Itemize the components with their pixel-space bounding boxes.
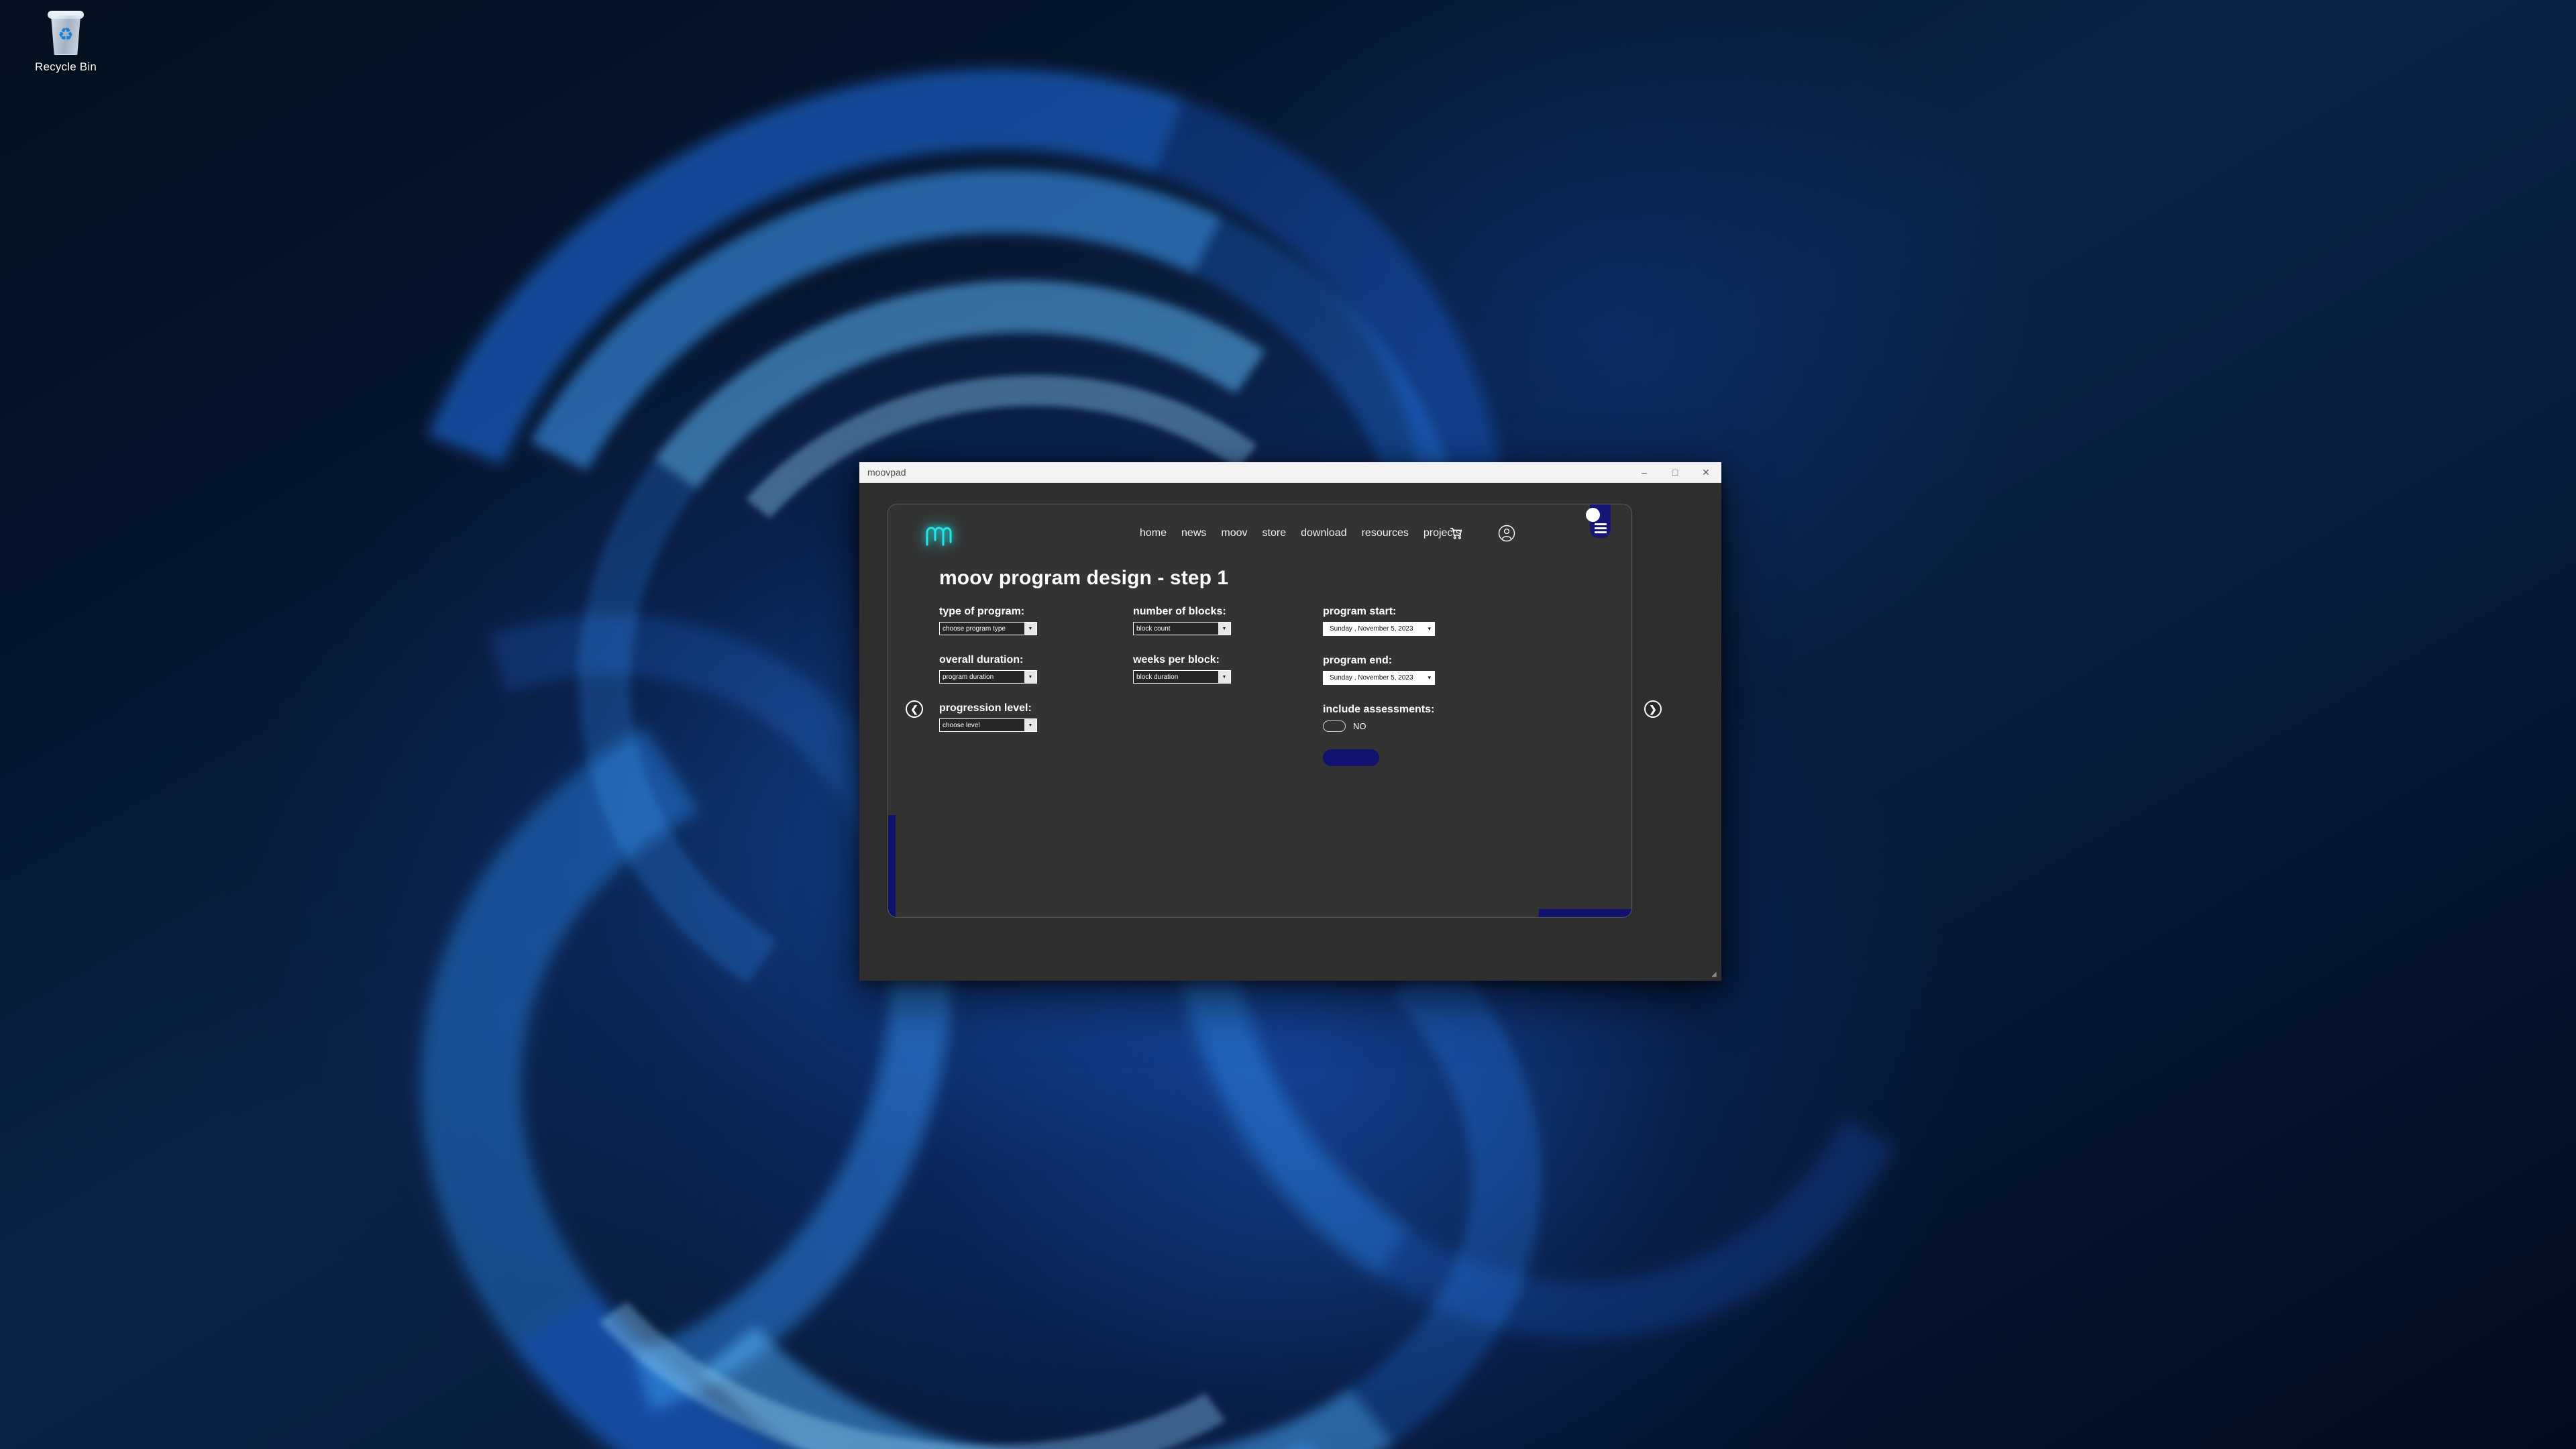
- program-design-card: home news moov store download resources …: [888, 504, 1632, 918]
- desktop-icon-label: Recycle Bin: [35, 60, 97, 73]
- field-label: progression level:: [939, 702, 1032, 714]
- date-value: Sunday , November 5, 2023: [1330, 674, 1413, 682]
- form-column-1: type of program: choose program type ▼ o…: [939, 606, 1037, 751]
- select-weeks-per-block[interactable]: block duration ▼: [1133, 670, 1231, 684]
- window-title: moovpad: [867, 467, 906, 478]
- minimize-button[interactable]: –: [1629, 462, 1660, 483]
- select-value: choose level: [943, 721, 980, 729]
- nav-link-news[interactable]: news: [1181, 527, 1206, 539]
- field-label: include assessments:: [1323, 704, 1435, 715]
- form-column-3: program start: Sunday , November 5, 2023…: [1323, 606, 1435, 751]
- toggle-state-label: NO: [1353, 721, 1366, 731]
- chevron-down-icon[interactable]: ▾: [1428, 625, 1431, 633]
- menu-indicator-dot: [1586, 508, 1600, 522]
- carousel-next-button[interactable]: ❯: [1644, 700, 1662, 718]
- accent-bottom-bar: [1539, 909, 1631, 917]
- accent-left-strip: [888, 815, 896, 917]
- select-value: block duration: [1136, 673, 1179, 681]
- field-label: program start:: [1323, 606, 1397, 617]
- resize-grip[interactable]: ◢: [1711, 971, 1719, 979]
- select-value: program duration: [943, 673, 994, 681]
- window-title-bar[interactable]: moovpad – □ ✕: [859, 462, 1721, 483]
- account-icon[interactable]: [1498, 525, 1515, 542]
- select-program-type[interactable]: choose program type ▼: [939, 622, 1037, 635]
- hamburger-icon[interactable]: [1595, 523, 1607, 535]
- close-button[interactable]: ✕: [1690, 462, 1721, 483]
- desktop-icon-recycle-bin[interactable]: ♻ Recycle Bin: [5, 7, 126, 74]
- nav-link-moov[interactable]: moov: [1221, 527, 1247, 539]
- chevron-down-icon[interactable]: ▼: [1024, 719, 1036, 731]
- field-program-type: type of program: choose program type ▼: [939, 606, 1037, 635]
- field-label: overall duration:: [939, 654, 1024, 665]
- date-value: Sunday , November 5, 2023: [1330, 625, 1413, 633]
- field-label: program end:: [1323, 655, 1393, 666]
- nav-link-download[interactable]: download: [1301, 527, 1347, 539]
- cart-icon[interactable]: [1449, 526, 1464, 541]
- field-program-start: program start: Sunday , November 5, 2023…: [1323, 606, 1435, 636]
- submit-button[interactable]: [1323, 749, 1379, 766]
- toggle-row: NO: [1323, 720, 1435, 732]
- select-value: block count: [1136, 625, 1171, 633]
- carousel-prev-button[interactable]: ❮: [906, 700, 923, 718]
- moov-logo-icon[interactable]: [924, 522, 953, 549]
- field-include-assessments: include assessments: NO: [1323, 704, 1435, 732]
- window-content: home news moov store download resources …: [859, 483, 1721, 981]
- maximize-button[interactable]: □: [1660, 462, 1690, 483]
- field-overall-duration: overall duration: program duration ▼: [939, 654, 1037, 684]
- chevron-down-icon[interactable]: ▼: [1024, 671, 1036, 683]
- field-weeks-per-block: weeks per block: block duration ▼: [1133, 654, 1231, 684]
- chevron-down-icon[interactable]: ▼: [1218, 623, 1230, 635]
- field-progression-level: progression level: choose level ▼: [939, 702, 1037, 732]
- nav-link-resources[interactable]: resources: [1362, 527, 1409, 539]
- field-label: number of blocks:: [1133, 606, 1226, 617]
- field-label: type of program:: [939, 606, 1025, 617]
- select-value: choose program type: [943, 625, 1006, 633]
- field-number-of-blocks: number of blocks: block count ▼: [1133, 606, 1231, 635]
- chevron-down-icon[interactable]: ▼: [1218, 671, 1230, 683]
- toggle-include-assessments[interactable]: [1323, 720, 1346, 732]
- datepicker-program-end[interactable]: Sunday , November 5, 2023 ▾: [1323, 671, 1435, 685]
- field-label: weeks per block:: [1133, 654, 1220, 665]
- select-number-of-blocks[interactable]: block count ▼: [1133, 622, 1231, 635]
- select-overall-duration[interactable]: program duration ▼: [939, 670, 1037, 684]
- recycle-arrows-icon: ♻: [58, 24, 74, 44]
- form-column-2: number of blocks: block count ▼ weeks pe…: [1133, 606, 1231, 702]
- nav-links: home news moov store download resources …: [1140, 527, 1461, 539]
- chevron-down-icon[interactable]: ▾: [1428, 674, 1431, 682]
- datepicker-program-start[interactable]: Sunday , November 5, 2023 ▾: [1323, 622, 1435, 636]
- nav-link-store[interactable]: store: [1263, 527, 1287, 539]
- desktop: ♻ Recycle Bin moovpad – □ ✕ home news mo…: [0, 0, 2576, 1449]
- recycle-bin-icon: ♻: [45, 11, 87, 58]
- chevron-down-icon[interactable]: ▼: [1024, 623, 1036, 635]
- site-navigation: home news moov store download resources …: [888, 504, 1631, 569]
- select-progression-level[interactable]: choose level ▼: [939, 718, 1037, 732]
- page-title: moov program design - step 1: [939, 567, 1229, 589]
- field-program-end: program end: Sunday , November 5, 2023 ▾: [1323, 655, 1435, 685]
- app-window[interactable]: moovpad – □ ✕ home news moov store downl…: [859, 462, 1721, 981]
- window-controls: – □ ✕: [1629, 462, 1721, 483]
- nav-link-home[interactable]: home: [1140, 527, 1167, 539]
